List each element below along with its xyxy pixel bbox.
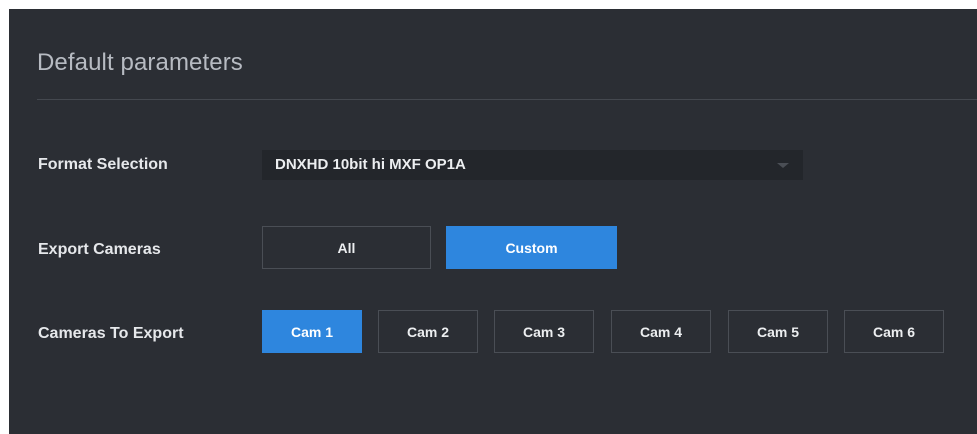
- chevron-down-icon: [777, 163, 789, 168]
- cam-3-button[interactable]: Cam 3: [494, 310, 594, 353]
- format-selection-label: Format Selection: [38, 156, 168, 173]
- cameras-to-export-label: Cameras To Export: [38, 325, 184, 342]
- format-selection-dropdown[interactable]: DNXHD 10bit hi MXF OP1A: [262, 150, 803, 180]
- export-all-button[interactable]: All: [262, 226, 431, 269]
- format-selection-value: DNXHD 10bit hi MXF OP1A: [275, 156, 466, 173]
- cam-6-button[interactable]: Cam 6: [844, 310, 944, 353]
- cam-4-button[interactable]: Cam 4: [611, 310, 711, 353]
- export-custom-button[interactable]: Custom: [446, 226, 617, 269]
- cam-2-button[interactable]: Cam 2: [378, 310, 478, 353]
- export-cameras-label: Export Cameras: [38, 241, 161, 258]
- panel-title: Default parameters: [37, 49, 243, 76]
- cam-1-button[interactable]: Cam 1: [262, 310, 362, 353]
- default-parameters-panel: Default parameters Format Selection DNXH…: [9, 9, 977, 434]
- cam-5-button[interactable]: Cam 5: [728, 310, 828, 353]
- title-divider: [37, 99, 977, 100]
